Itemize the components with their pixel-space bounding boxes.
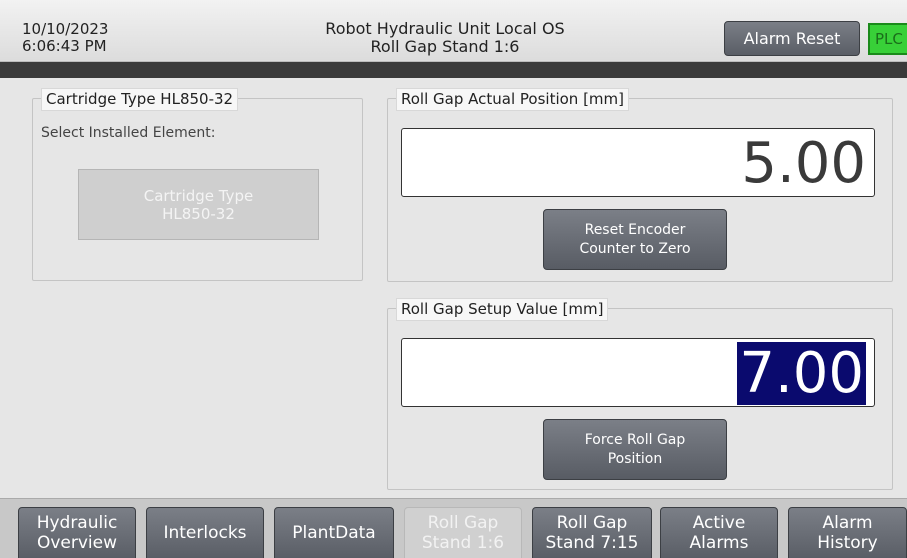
reset-encoder-button[interactable]: Reset Encoder Counter to Zero bbox=[543, 209, 727, 270]
nav-hydraulic-overview[interactable]: Hydraulic Overview bbox=[18, 507, 136, 558]
nav-label: Alarms bbox=[689, 533, 749, 553]
force-button-line2: Position bbox=[607, 450, 663, 467]
nav-label: Stand 7:15 bbox=[545, 533, 639, 553]
actual-position-display: 5.00 bbox=[401, 128, 875, 197]
nav-plantdata[interactable]: PlantData bbox=[274, 507, 394, 558]
nav-active-alarms[interactable]: Active Alarms bbox=[660, 507, 778, 558]
nav-label: Hydraulic bbox=[36, 513, 118, 533]
nav-roll-gap-stand-7-15[interactable]: Roll Gap Stand 7:15 bbox=[532, 507, 652, 558]
nav-label: PlantData bbox=[292, 523, 376, 543]
nav-label: History bbox=[817, 533, 878, 553]
nav-label: Roll Gap bbox=[556, 513, 628, 533]
setup-value-label: Roll Gap Setup Value [mm] bbox=[396, 298, 609, 321]
alarm-reset-button[interactable]: Alarm Reset bbox=[724, 21, 860, 56]
setup-value-text: 7.00 bbox=[737, 341, 866, 406]
nav-interlocks[interactable]: Interlocks bbox=[146, 507, 264, 558]
cartridge-button-line1: Cartridge Type bbox=[143, 186, 254, 205]
nav-label: Interlocks bbox=[163, 523, 247, 543]
screen-title: Roll Gap Stand 1:6 bbox=[370, 37, 520, 56]
force-roll-gap-button[interactable]: Force Roll Gap Position bbox=[543, 419, 727, 480]
nav-label: Alarm bbox=[822, 513, 873, 533]
hmi-screen: 10/10/2023 6:06:43 PM Robot Hydraulic Un… bbox=[0, 0, 907, 558]
setup-value-input[interactable]: 7.00 bbox=[401, 338, 875, 407]
app-title: Robot Hydraulic Unit Local OS bbox=[325, 19, 565, 38]
actual-position-value: 5.00 bbox=[741, 131, 866, 196]
plc-status-indicator: PLC bbox=[868, 23, 907, 55]
header-divider bbox=[0, 62, 907, 78]
nav-alarm-history[interactable]: Alarm History bbox=[788, 507, 907, 558]
bottom-nav: Hydraulic Overview Interlocks PlantData … bbox=[0, 498, 907, 558]
select-element-label: Select Installed Element: bbox=[41, 125, 216, 141]
time-display: 6:06:43 PM bbox=[22, 37, 107, 55]
reset-encoder-line1: Reset Encoder bbox=[584, 221, 686, 238]
nav-label: Roll Gap bbox=[427, 513, 499, 533]
nav-label: Active bbox=[692, 513, 746, 533]
force-button-line1: Force Roll Gap bbox=[584, 431, 686, 448]
nav-label: Stand 1:6 bbox=[421, 533, 505, 553]
cartridge-type-button[interactable]: Cartridge Type HL850-32 bbox=[78, 169, 319, 240]
header-bar: 10/10/2023 6:06:43 PM Robot Hydraulic Un… bbox=[0, 0, 907, 62]
nav-roll-gap-stand-1-6[interactable]: Roll Gap Stand 1:6 bbox=[404, 507, 522, 558]
actual-position-label: Roll Gap Actual Position [mm] bbox=[396, 88, 629, 111]
cartridge-button-line2: HL850-32 bbox=[162, 204, 235, 223]
reset-encoder-line2: Counter to Zero bbox=[579, 240, 691, 257]
date-display: 10/10/2023 bbox=[22, 20, 109, 38]
cartridge-group-label: Cartridge Type HL850-32 bbox=[41, 88, 239, 111]
nav-label: Overview bbox=[36, 533, 118, 553]
